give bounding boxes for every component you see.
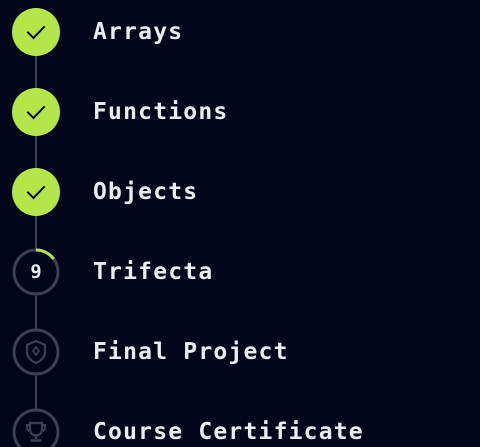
step-arrays[interactable]: Arrays xyxy=(12,8,472,56)
connector-line xyxy=(35,296,37,329)
connector-line xyxy=(35,136,37,169)
connector-line xyxy=(35,216,37,249)
step-trifecta[interactable]: 9 Trifecta xyxy=(12,248,472,296)
step-label: Final Project xyxy=(93,339,289,365)
connector-line xyxy=(35,56,37,89)
completed-node xyxy=(12,88,60,136)
step-functions[interactable]: Functions xyxy=(12,88,472,136)
check-icon xyxy=(12,8,60,56)
progress-node: 9 xyxy=(12,248,60,296)
step-label: Functions xyxy=(93,99,229,125)
locked-node xyxy=(12,408,60,447)
attempt-count: 9 xyxy=(30,261,42,283)
locked-node xyxy=(12,328,60,376)
check-icon xyxy=(12,88,60,136)
badge-icon xyxy=(12,328,60,376)
step-label: Trifecta xyxy=(93,259,214,285)
step-course-certificate[interactable]: Course Certificate xyxy=(12,408,472,447)
connector-line xyxy=(35,376,37,409)
step-label: Objects xyxy=(93,179,199,205)
step-label: Arrays xyxy=(93,19,184,45)
completed-node xyxy=(12,8,60,56)
check-icon xyxy=(12,168,60,216)
step-final-project[interactable]: Final Project xyxy=(12,328,472,376)
step-objects[interactable]: Objects xyxy=(12,168,472,216)
trophy-icon xyxy=(12,408,60,447)
completed-node xyxy=(12,168,60,216)
step-label: Course Certificate xyxy=(93,419,364,445)
